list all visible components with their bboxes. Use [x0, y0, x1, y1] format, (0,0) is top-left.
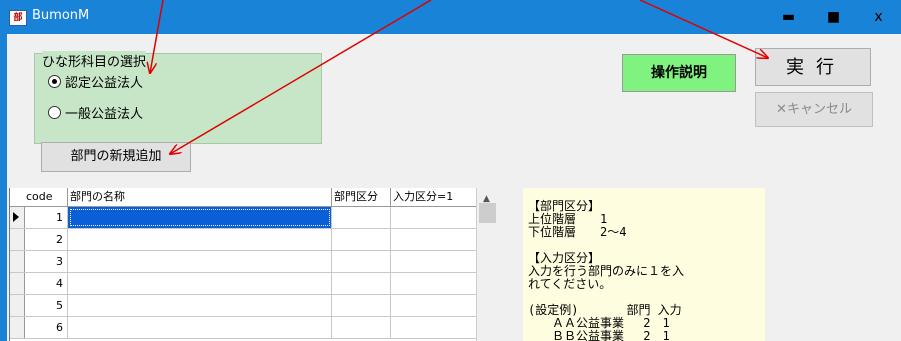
table-row[interactable]: 1 — [10, 207, 477, 229]
cell-input[interactable] — [391, 273, 477, 294]
grid-vertical-scrollbar[interactable]: ▲ — [476, 188, 499, 341]
cell-code[interactable]: 6 — [24, 317, 68, 338]
table-row[interactable]: 5 — [10, 295, 477, 317]
row-header[interactable] — [10, 251, 25, 272]
help-button[interactable]: 操作説明 — [622, 54, 736, 92]
cell-code[interactable]: 4 — [24, 273, 68, 294]
cell-code[interactable]: 3 — [24, 251, 68, 272]
title-bar: 部 BumonM ▬ ■ x — [0, 0, 901, 34]
radio-checked-icon[interactable] — [48, 75, 61, 88]
add-bumon-button[interactable]: 部門の新規追加 — [41, 142, 191, 172]
cell-kubun[interactable] — [332, 251, 391, 272]
grid-header: code 部門の名称 部門区分 入力区分=1 — [10, 188, 477, 207]
radio-ippan[interactable]: 一般公益法人 — [48, 103, 143, 122]
cell-name[interactable] — [68, 273, 332, 294]
col-header-name[interactable]: 部門の名称 — [68, 188, 332, 206]
table-row[interactable]: 6 — [10, 317, 477, 339]
maximize-button[interactable]: ■ — [811, 0, 856, 34]
table-row[interactable]: 4 — [10, 273, 477, 295]
cell-code[interactable]: 1 — [24, 207, 68, 228]
current-row-icon — [13, 212, 19, 222]
col-header-code[interactable]: code — [24, 188, 68, 206]
help-note-panel: 【部門区分】 上位階層 1 下位階層 2～4 【入力区分】 入力を行う部門のみに… — [523, 188, 765, 341]
row-header[interactable] — [10, 229, 25, 250]
note-line: 下位階層 2～4 — [528, 225, 627, 239]
table-row[interactable]: 3 — [10, 251, 477, 273]
execute-button[interactable]: 実行 — [755, 48, 871, 86]
app-icon: 部 — [9, 10, 27, 26]
radio-label-ippan: 一般公益法人 — [65, 107, 144, 122]
cell-code[interactable]: 5 — [24, 295, 68, 316]
row-header[interactable] — [10, 295, 25, 316]
note-line: れてください。 — [528, 277, 612, 291]
cell-kubun[interactable] — [332, 317, 391, 338]
minimize-icon: ▬ — [781, 9, 796, 25]
cell-name[interactable] — [68, 207, 332, 228]
group-title: ひな形科目の選択 — [42, 51, 147, 70]
minimize-button[interactable]: ▬ — [766, 0, 811, 34]
scroll-thumb[interactable] — [479, 203, 496, 223]
cell-input[interactable] — [391, 295, 477, 316]
col-header-kubun[interactable]: 部門区分 — [332, 188, 391, 206]
table-row[interactable]: 2 — [10, 229, 477, 251]
cell-kubun[interactable] — [332, 273, 391, 294]
bumon-grid[interactable]: code 部門の名称 部門区分 入力区分=1 1 2 3 4 5 6 — [9, 188, 477, 341]
cell-kubun[interactable] — [332, 295, 391, 316]
cell-input[interactable] — [391, 229, 477, 250]
cancel-button[interactable]: ✕キャンセル — [755, 92, 873, 127]
cell-input[interactable] — [391, 207, 477, 228]
cell-name[interactable] — [68, 251, 332, 272]
cell-code[interactable]: 2 — [24, 229, 68, 250]
row-header[interactable] — [10, 207, 25, 228]
window-title: BumonM — [32, 8, 90, 23]
cell-name[interactable] — [68, 229, 332, 250]
cell-name[interactable] — [68, 295, 332, 316]
row-header[interactable] — [10, 273, 25, 294]
col-header-input[interactable]: 入力区分=1 — [391, 188, 477, 206]
row-header[interactable] — [10, 317, 25, 338]
radio-unchecked-icon[interactable] — [48, 106, 61, 119]
cell-kubun[interactable] — [332, 207, 391, 228]
radio-nintei[interactable]: 認定公益法人 — [48, 72, 143, 91]
cancel-label: キャンセル — [786, 102, 852, 117]
cancel-icon: ✕ — [776, 102, 787, 117]
radio-label-nintei: 認定公益法人 — [65, 76, 144, 91]
cell-input[interactable] — [391, 317, 477, 338]
window-frame-left — [0, 34, 7, 341]
close-button[interactable]: x — [856, 0, 901, 34]
note-line: ＢＢ公益事業 2 1 — [528, 329, 670, 341]
cell-input[interactable] — [391, 251, 477, 272]
cell-name[interactable] — [68, 317, 332, 338]
cell-kubun[interactable] — [332, 229, 391, 250]
maximize-icon: ■ — [826, 9, 841, 25]
close-icon: x — [874, 9, 883, 25]
